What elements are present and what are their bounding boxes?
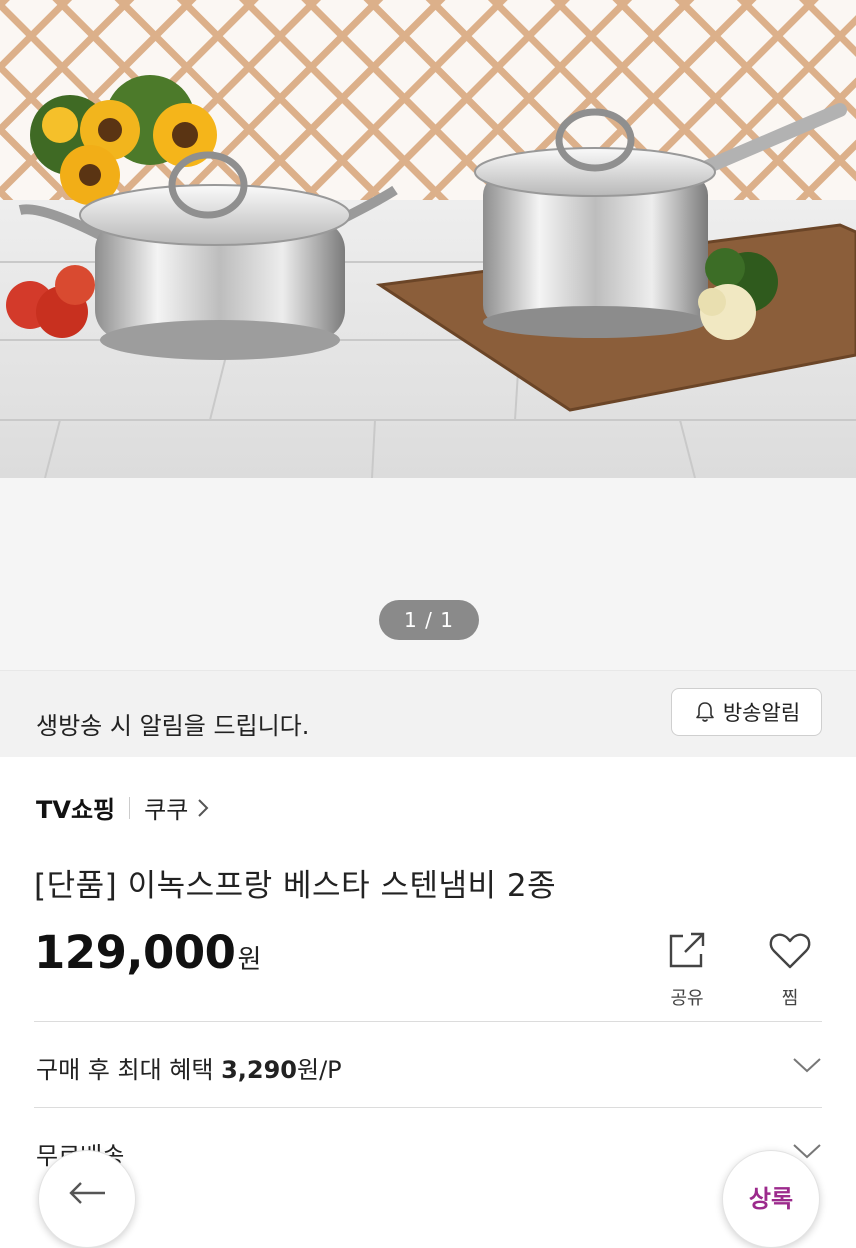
broadcast-alert-label: 방송알림	[722, 701, 801, 725]
benefit-suffix: 원/P	[297, 1056, 342, 1084]
wishlist-label: 찜	[781, 988, 799, 1009]
divider	[34, 1107, 822, 1108]
wishlist-button[interactable]: 찜	[760, 926, 820, 1010]
price-unit: 원	[237, 945, 262, 975]
divider	[34, 1021, 822, 1022]
benefit-amount: 3,290	[221, 1056, 297, 1084]
breadcrumb: TV쇼핑 쿠쿠	[36, 790, 210, 825]
arrow-left-icon	[69, 1182, 105, 1204]
bell-icon	[696, 702, 714, 722]
benefit-row[interactable]: 구매 후 최대 혜택 3,290원/P	[36, 1050, 342, 1085]
price-amount: 129,000	[34, 926, 236, 979]
image-pager: 1 / 1	[379, 600, 479, 640]
product-photo	[0, 0, 856, 478]
share-label: 공유	[670, 988, 704, 1009]
product-title: [단품] 이녹스프랑 베스타 스텐냄비 2종	[34, 868, 557, 904]
chevron-right-icon[interactable]	[196, 797, 210, 819]
live-alert-text: 생방송 시 알림을 드립니다.	[36, 712, 310, 740]
floating-action-button[interactable]: 상록	[722, 1150, 820, 1248]
broadcast-alert-button[interactable]: 방송알림	[671, 688, 822, 736]
breadcrumb-divider	[129, 796, 131, 819]
share-button[interactable]: 공유	[657, 926, 717, 1010]
breadcrumb-channel[interactable]: TV쇼핑	[36, 790, 115, 825]
product-image-gallery[interactable]: 1 / 1	[0, 0, 856, 670]
product-price: 129,000 원	[34, 926, 261, 979]
share-icon	[669, 932, 705, 968]
benefit-prefix: 구매 후 최대 혜택	[36, 1056, 222, 1084]
breadcrumb-brand-link[interactable]: 쿠쿠	[144, 790, 188, 825]
floating-action-label: 상록	[748, 1185, 794, 1213]
back-button[interactable]	[38, 1150, 136, 1248]
heart-icon	[769, 933, 811, 969]
chevron-down-icon[interactable]	[792, 1056, 822, 1074]
